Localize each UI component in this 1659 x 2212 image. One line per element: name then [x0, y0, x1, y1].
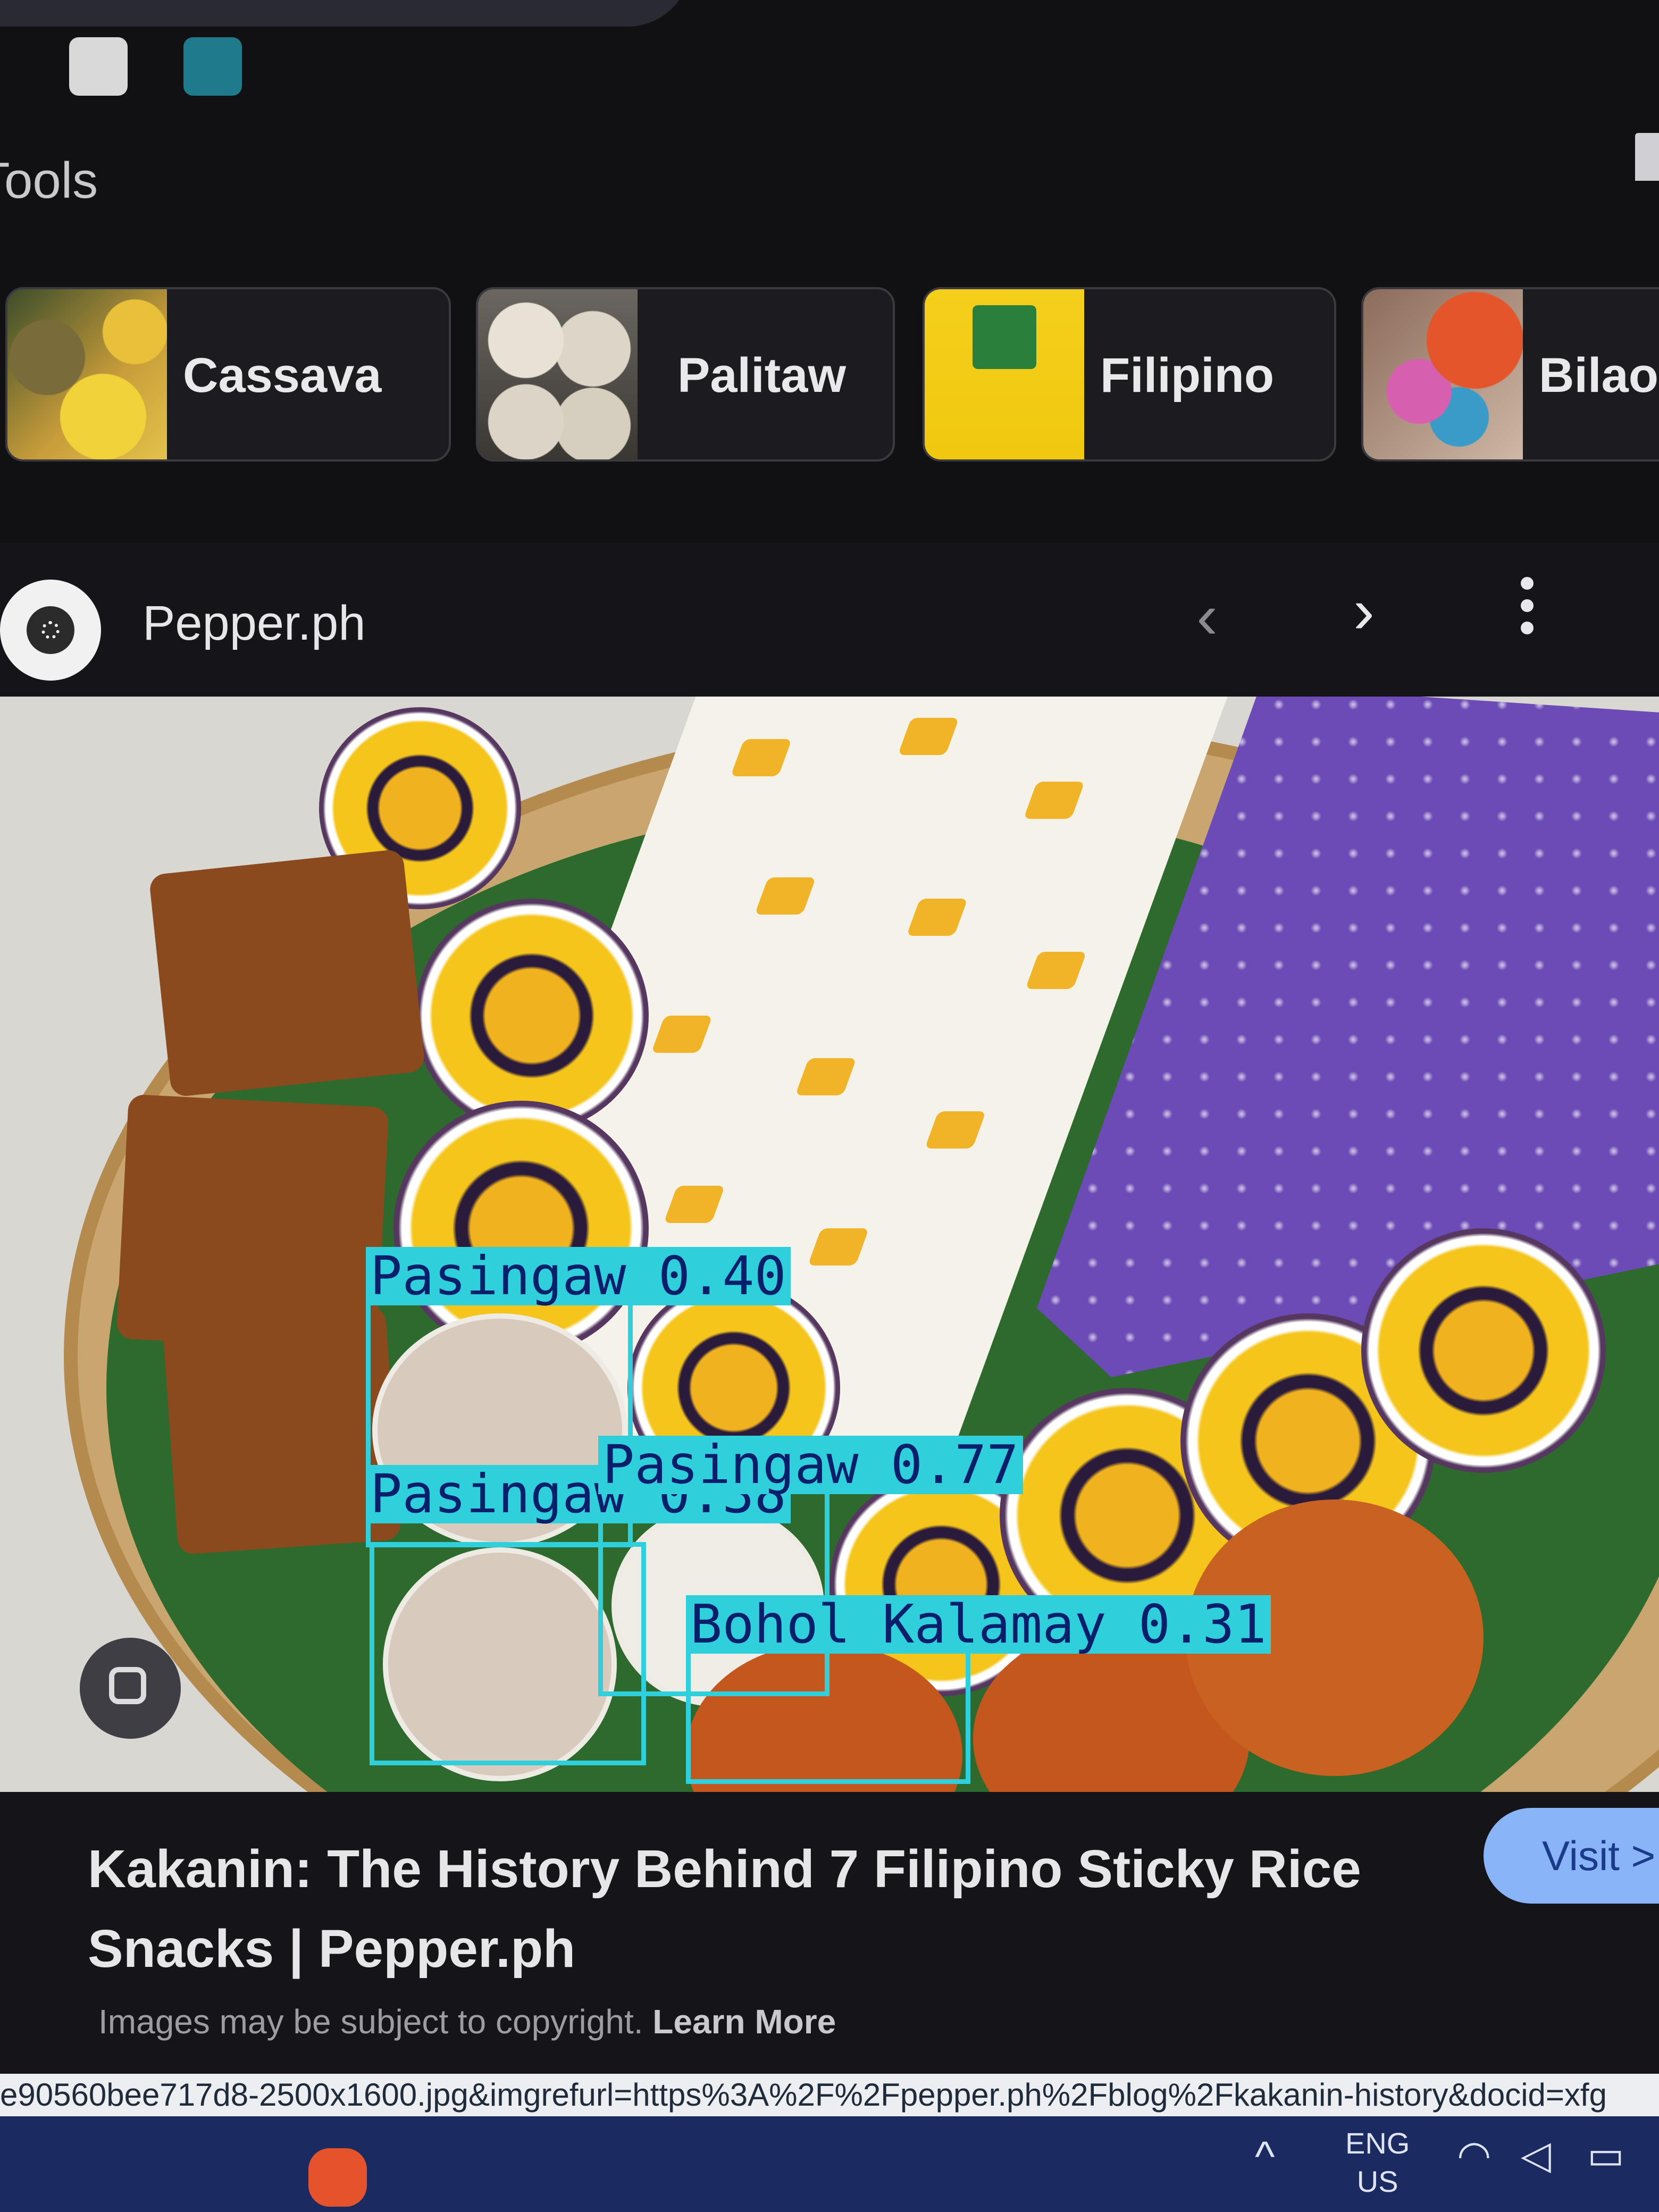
taskbar: [0, 2116, 1659, 2212]
copyright-text: Images may be subject to copyright.: [98, 2002, 643, 2041]
chip-label: Filipino: [1100, 348, 1275, 403]
learn-more-link[interactable]: Learn More: [652, 2002, 836, 2041]
chip-thumbnail: [925, 289, 1084, 459]
more-options-icon[interactable]: [1521, 577, 1537, 641]
chip-cassava[interactable]: Cassava: [5, 287, 451, 462]
pepper-logo-icon: [0, 580, 101, 681]
lang-label: ENG: [1345, 2126, 1410, 2160]
google-lens-icon[interactable]: [80, 1638, 181, 1739]
detection-label: Pasingaw 0.40: [366, 1247, 791, 1305]
title-line: Snacks | Pepper.ph: [88, 1919, 576, 1979]
volume-icon[interactable]: ◁: [1521, 2132, 1563, 2177]
chip-label: Bilao: [1539, 348, 1658, 403]
browser-tab[interactable]: [0, 0, 691, 27]
chip-filipino[interactable]: Filipino: [923, 287, 1336, 462]
tools-button[interactable]: Tools: [0, 152, 98, 210]
site-name[interactable]: Pepper.ph: [143, 596, 365, 651]
wifi-icon[interactable]: ◠: [1457, 2132, 1499, 2177]
chip-thumbnail: [1363, 289, 1523, 459]
title-line: Kakanin: The History Behind 7 Filipino S…: [88, 1839, 1361, 1899]
detection-box: [686, 1643, 970, 1784]
screen: Tools Cassava Palitaw Filipino Bilao Pep…: [0, 0, 1659, 2212]
bookmark-icon[interactable]: [1635, 133, 1659, 181]
chip-palitaw[interactable]: Palitaw: [476, 287, 895, 462]
result-title[interactable]: Kakanin: The History Behind 7 Filipino S…: [88, 1829, 1417, 1989]
status-url: e90560bee717d8-2500x1600.jpg&imgrefurl=h…: [0, 2074, 1659, 2116]
detection-label: Bohol Kalamay 0.31: [686, 1595, 1271, 1654]
previous-icon[interactable]: ‹: [1196, 580, 1218, 653]
chip-thumbnail: [7, 289, 167, 459]
region-label: US: [1356, 2165, 1398, 2198]
detection-label: Pasingaw 0.77: [598, 1436, 1023, 1494]
next-icon[interactable]: ›: [1353, 574, 1375, 648]
sapin-roll: [1361, 1228, 1606, 1473]
chip-label: Palitaw: [677, 348, 847, 403]
chip-thumbnail: [478, 289, 638, 459]
visit-button[interactable]: Visit >: [1484, 1808, 1659, 1904]
app-icon[interactable]: [183, 37, 242, 96]
sapin-roll: [415, 899, 649, 1133]
chip-bilao[interactable]: Bilao: [1361, 287, 1659, 462]
brown-cake: [148, 849, 426, 1097]
chevron-up-icon[interactable]: ^: [1255, 2132, 1275, 2181]
detection-box: [370, 1542, 646, 1765]
copyright-notice: Images may be subject to copyright. Lear…: [98, 2002, 836, 2041]
battery-icon[interactable]: ▭: [1587, 2132, 1630, 2177]
chip-label: Cassava: [183, 348, 382, 403]
notion-icon[interactable]: [69, 37, 128, 96]
brave-icon[interactable]: [308, 2148, 367, 2207]
language-indicator[interactable]: ENG US: [1345, 2124, 1410, 2201]
related-searches: Cassava Palitaw Filipino Bilao: [0, 287, 1659, 479]
